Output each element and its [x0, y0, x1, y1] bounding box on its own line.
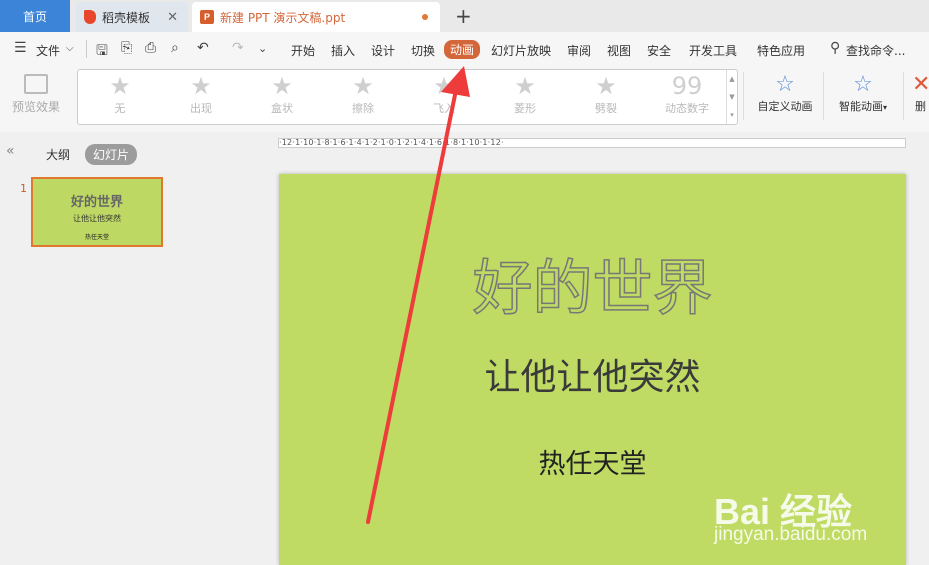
effect-label: 飞入	[433, 102, 455, 115]
hamburger-icon[interactable]: ☰	[14, 40, 27, 56]
effect-label: 菱形	[514, 102, 536, 115]
ppt-logo-icon: P	[200, 10, 214, 24]
effect-label: 无	[114, 102, 126, 115]
delete-icon: ✕	[912, 72, 929, 97]
print-preview-icon[interactable]: ⌕	[171, 40, 179, 56]
tab-bar: 首页 稻壳模板 ✕ P 新建 PPT 演示文稿.ppt +	[0, 0, 929, 32]
search-command[interactable]: 查找命令...	[846, 42, 905, 59]
redo-icon[interactable]: ↷	[232, 40, 244, 56]
star-icon: ★	[433, 72, 455, 100]
custom-animation-icon: ☆	[775, 72, 795, 97]
tab-document[interactable]: P 新建 PPT 演示文稿.ppt	[192, 2, 440, 32]
tab-template[interactable]: 稻壳模板 ✕	[76, 2, 188, 32]
chevron-down-icon[interactable]: ⌵	[66, 43, 74, 54]
divider	[86, 40, 87, 58]
menu-animation[interactable]: 动画	[444, 40, 481, 59]
thumb-subtitle: 让他让他突然	[73, 214, 121, 223]
star-icon: ★	[190, 72, 212, 100]
menu-security[interactable]: 安全	[647, 42, 671, 59]
preview-label: 预览效果	[11, 100, 60, 114]
preview-button[interactable]: 预览效果	[8, 74, 64, 115]
menu-start[interactable]: 开始	[291, 42, 315, 59]
new-tab-button[interactable]: +	[455, 4, 472, 28]
menu-design[interactable]: 设计	[371, 42, 395, 59]
number-icon: 99	[671, 72, 703, 100]
horizontal-ruler: ·12·1·10·1·8·1·6·1·4·1·2·1·0·1·2·1·4·1·6…	[278, 138, 906, 148]
menu-file[interactable]: 文件	[36, 42, 60, 59]
tab-home[interactable]: 首页	[0, 0, 70, 32]
customize-icon[interactable]: ⌄	[258, 42, 267, 55]
star-icon: ★	[109, 72, 131, 100]
effect-split[interactable]: ★ 劈裂	[576, 72, 636, 116]
star-icon: ★	[352, 72, 374, 100]
effect-appear[interactable]: ★ 出现	[171, 72, 231, 116]
effect-wipe[interactable]: ★ 擦除	[333, 72, 393, 116]
custom-animation-button[interactable]: ☆ 自定义动画	[752, 72, 818, 114]
animation-gallery: ★ 无 ★ 出现 ★ 盒状 ★ 擦除 ★ 飞入 ★ 菱形 ★ 劈裂 99 动态数字 ▲ ▼ ▾	[77, 69, 738, 125]
close-icon[interactable]: ✕	[167, 10, 178, 25]
divider	[903, 72, 904, 120]
baidu-watermark-url: jingyan.baidu.com	[714, 524, 868, 545]
docer-logo-icon	[84, 10, 96, 24]
slide-thumbnail[interactable]: 好的世界 让他让他突然 热任天堂	[31, 177, 163, 247]
slide-title[interactable]: 好的世界	[279, 240, 906, 327]
star-icon: ★	[514, 72, 536, 100]
search-icon[interactable]: ⚲	[830, 40, 840, 56]
tab-template-label: 稻壳模板	[102, 10, 151, 25]
menu-slideshow[interactable]: 幻灯片放映	[491, 42, 551, 59]
effect-label: 动态数字	[665, 102, 709, 115]
effect-label: 盒状	[271, 102, 293, 115]
save-icon[interactable]: 🖫	[96, 40, 108, 64]
star-icon: ★	[271, 72, 293, 100]
format-painter-icon[interactable]: ⎘	[121, 40, 132, 56]
animation-ribbon: 预览效果 ★ 无 ★ 出现 ★ 盒状 ★ 擦除 ★ 飞入 ★ 菱形 ★ 劈裂 99 动态数字 ▲…	[0, 66, 929, 133]
delete-label: 删	[915, 100, 926, 113]
effect-label: 出现	[190, 102, 212, 115]
menu-insert[interactable]: 插入	[331, 42, 355, 59]
undo-icon[interactable]: ↶	[197, 40, 209, 56]
menu-review[interactable]: 审阅	[567, 42, 591, 59]
unsaved-dot-icon	[422, 14, 428, 20]
ruler-scale: ·12·1·10·1·8·1·6·1·4·1·2·1·0·1·2·1·4·1·6…	[279, 139, 504, 147]
effect-box[interactable]: ★ 盒状	[252, 72, 312, 116]
menu-bar: ☰ 文件 ⌵ 🖫 ⎘ ⎙ ⌕ ↶ ↷ ⌄ 开始 插入 设计 切换 动画 幻灯片放…	[0, 32, 929, 66]
menu-developer[interactable]: 开发工具	[689, 42, 737, 59]
preview-icon	[24, 74, 48, 94]
delete-animation-button[interactable]: ✕ 删	[912, 72, 929, 114]
slide-number: 1	[20, 182, 27, 195]
smart-animation-button[interactable]: ☆ 智能动画▾	[832, 72, 894, 114]
gallery-scrollbar[interactable]: ▲ ▼ ▾	[726, 70, 737, 124]
print-icon[interactable]: ⎙	[145, 40, 156, 56]
thumb-subtitle2: 热任天堂	[84, 234, 109, 241]
slide-subtitle[interactable]: 让他让他突然	[279, 348, 906, 400]
tab-slides[interactable]: 幻灯片	[85, 144, 138, 165]
effect-none[interactable]: ★ 无	[90, 72, 150, 116]
collapse-panel-icon[interactable]: «	[6, 143, 15, 159]
menu-features[interactable]: 特色应用	[757, 42, 805, 59]
star-icon: ★	[595, 72, 617, 100]
effect-diamond[interactable]: ★ 菱形	[495, 72, 555, 116]
effect-dynamic-number[interactable]: 99 动态数字	[657, 72, 717, 116]
thumb-title: 好的世界	[70, 195, 123, 210]
tab-document-label: 新建 PPT 演示文稿.ppt	[220, 10, 346, 25]
effect-label: 劈裂	[595, 102, 617, 115]
chevron-down-icon: ▾	[882, 103, 887, 112]
smart-animation-icon: ☆	[853, 72, 873, 97]
menu-view[interactable]: 视图	[607, 42, 631, 59]
menu-transition[interactable]: 切换	[411, 42, 435, 59]
divider	[743, 72, 744, 120]
divider	[823, 72, 824, 120]
tab-outline[interactable]: 大纲	[46, 146, 70, 163]
slide-subtitle2[interactable]: 热任天堂	[279, 442, 906, 481]
effect-fly-in[interactable]: ★ 飞入	[414, 72, 474, 116]
effect-label: 擦除	[352, 102, 374, 115]
custom-animation-label: 自定义动画	[757, 100, 813, 113]
smart-animation-label: 智能动画	[838, 100, 883, 113]
